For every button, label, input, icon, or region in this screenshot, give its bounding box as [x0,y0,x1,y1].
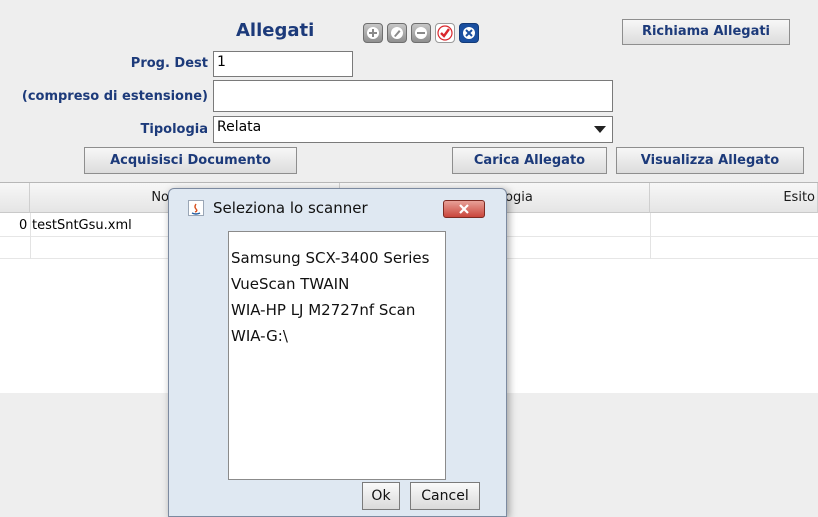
scanner-dialog: Seleziona lo scanner Samsung SCX-3400 Se… [168,188,507,517]
scanner-list[interactable]: Samsung SCX-3400 Series VueScan TWAIN WI… [228,231,446,480]
scanner-option[interactable]: Samsung SCX-3400 Series [231,245,445,271]
check-icon[interactable] [435,23,455,43]
row-filename: testSntGsu.xml [32,218,132,233]
prog-dest-field[interactable]: 1 [213,51,353,77]
toolbar [363,23,479,43]
carica-allegato-button[interactable]: Carica Allegato [452,147,607,174]
edit-icon[interactable] [387,23,407,43]
java-icon [188,200,204,216]
tipologia-select[interactable]: Relata [213,116,613,143]
column-divider [650,213,651,259]
cancel-icon[interactable] [459,23,479,43]
estensione-field[interactable] [213,80,613,112]
scanner-option[interactable]: WIA-HP LJ M2727nf Scan [231,297,445,323]
close-icon[interactable] [443,200,485,218]
dialog-titlebar[interactable]: Seleziona lo scanner [169,189,506,223]
allegati-title: Allegati [236,20,315,41]
visualizza-allegato-button[interactable]: Visualizza Allegato [616,147,804,174]
richiama-allegati-button[interactable]: Richiama Allegati [622,19,790,45]
prog-dest-label: Prog. Dest [130,56,208,71]
row-number-header [0,183,30,213]
estensione-label: (compreso di estensione) [21,89,208,104]
column-header-esito[interactable]: Esito [650,183,818,213]
tipologia-value: Relata [217,119,262,135]
remove-icon[interactable] [411,23,431,43]
column-divider [30,213,31,259]
dialog-title: Seleziona lo scanner [213,199,368,217]
scanner-option[interactable]: VueScan TWAIN [231,271,445,297]
scanner-option[interactable]: WIA-G:\ [231,323,445,349]
add-icon[interactable] [363,23,383,43]
cancel-button[interactable]: Cancel [410,482,480,510]
ok-button[interactable]: Ok [362,482,400,510]
acquisisci-documento-button[interactable]: Acquisisci Documento [84,147,297,174]
row-index: 0 [19,218,28,233]
tipologia-label: Tipologia [140,122,208,137]
dropdown-arrow-icon [594,126,606,133]
